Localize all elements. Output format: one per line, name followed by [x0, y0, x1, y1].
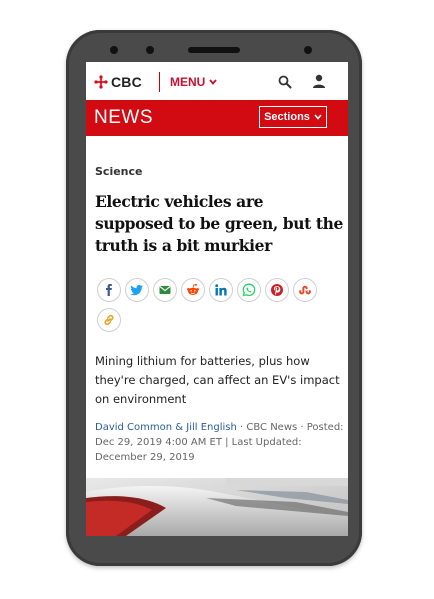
header-divider — [159, 72, 160, 92]
sections-button[interactable]: Sections — [259, 106, 327, 128]
link-icon — [104, 314, 114, 326]
logo-text: CBC — [111, 74, 142, 90]
share-linkedin-button[interactable] — [209, 278, 233, 302]
camera-dot — [110, 46, 118, 54]
share-facebook-button[interactable] — [97, 278, 121, 302]
phone-screen: CBC MENU NEWS Sections Science Electric … — [86, 62, 348, 536]
news-title[interactable]: NEWS — [94, 107, 153, 129]
pinterest-icon — [271, 284, 283, 296]
menu-label: MENU — [170, 75, 206, 89]
copy-link-button[interactable] — [97, 308, 121, 332]
twitter-icon — [130, 285, 143, 296]
share-pinterest-button[interactable] — [265, 278, 289, 302]
facebook-icon — [106, 284, 112, 296]
cbc-logo[interactable]: CBC — [94, 74, 142, 90]
article-category[interactable]: Science — [95, 165, 143, 178]
chevron-down-icon — [209, 79, 218, 85]
share-reddit-button[interactable] — [181, 278, 205, 302]
chevron-down-icon — [314, 114, 322, 120]
email-icon — [159, 285, 171, 294]
byline-source: · CBC News · — [236, 422, 307, 433]
article-byline: David Common & Jill English · CBC News ·… — [95, 420, 345, 465]
user-account-icon[interactable] — [312, 74, 326, 89]
camera-dot-right — [304, 46, 312, 54]
share-whatsapp-button[interactable] — [237, 278, 261, 302]
sensor-dot — [146, 46, 154, 54]
hero-image — [86, 478, 348, 536]
top-navigation: CBC MENU — [86, 62, 348, 100]
whatsapp-icon — [242, 283, 256, 297]
cbc-gem-icon — [94, 75, 108, 89]
menu-button[interactable]: MENU — [170, 75, 218, 89]
linkedin-icon — [215, 284, 227, 296]
stumbleupon-icon — [299, 285, 311, 295]
article-dek: Mining lithium for batteries, plus how t… — [95, 354, 340, 406]
share-email-button[interactable] — [153, 278, 177, 302]
search-icon[interactable] — [278, 75, 292, 89]
reddit-icon — [187, 283, 199, 295]
speaker-grille — [188, 47, 240, 53]
news-section-bar: NEWS Sections — [86, 100, 348, 136]
share-stumbleupon-button[interactable] — [293, 278, 317, 302]
author-links[interactable]: David Common & Jill English — [95, 422, 237, 433]
car-photo-image — [86, 478, 348, 536]
sections-label: Sections — [264, 111, 310, 123]
article-headline: Electric vehicles are supposed to be gre… — [95, 192, 343, 255]
share-bar — [97, 278, 327, 332]
share-twitter-button[interactable] — [125, 278, 149, 302]
